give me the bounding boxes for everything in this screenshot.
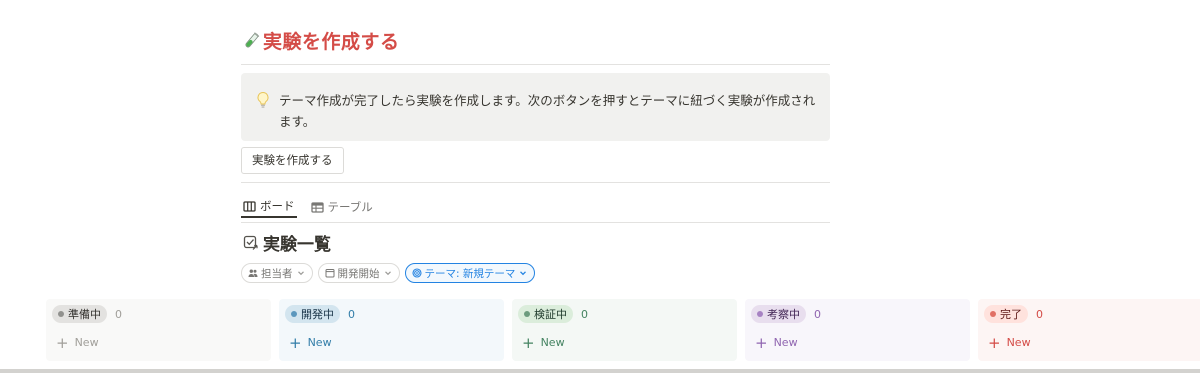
divider: [241, 222, 830, 223]
column-count: 0: [115, 307, 122, 321]
board-column-done: 完了 0 + New: [978, 299, 1200, 361]
status-pill[interactable]: 準備中: [52, 305, 107, 323]
plus-icon: +: [988, 333, 1001, 352]
page-heading: 実験を作成する: [241, 27, 400, 54]
status-pill[interactable]: 考察中: [751, 305, 806, 323]
filter-dev-start[interactable]: 開発開始: [317, 263, 400, 283]
status-dot: [291, 311, 297, 317]
column-header: 準備中 0: [52, 305, 122, 323]
column-header: 完了 0: [984, 305, 1043, 323]
database-title: 実験一覧: [243, 230, 331, 255]
filter-assignee[interactable]: 担当者: [241, 263, 313, 283]
new-label: New: [74, 336, 99, 349]
new-card-button[interactable]: + New: [56, 333, 99, 352]
callout-text: テーマ作成が完了したら実験を作成します。次のボタンを押すとテーマに紐づく実験が作…: [279, 93, 816, 129]
divider: [241, 64, 830, 65]
create-experiment-button[interactable]: 実験を作成する: [241, 147, 344, 174]
column-header: 検証中 0: [518, 305, 588, 323]
plus-icon: +: [522, 333, 535, 352]
filter-assignee-label: 担当者: [261, 267, 293, 280]
plus-icon: +: [56, 333, 69, 352]
target-icon: [411, 268, 422, 278]
callout: テーマ作成が完了したら実験を作成します。次のボタンを押すとテーマに紐づく実験が作…: [241, 73, 830, 141]
status-name: 考察中: [767, 308, 800, 321]
plus-icon: +: [289, 333, 302, 352]
status-dot: [58, 311, 64, 317]
divider: [241, 182, 830, 183]
board-column-verifying: 検証中 0 + New: [512, 299, 737, 361]
new-card-button[interactable]: + New: [522, 333, 565, 352]
tab-board[interactable]: ボード: [241, 196, 297, 218]
filter-theme-label: テーマ: 新規テーマ: [424, 267, 516, 280]
people-icon: [248, 269, 258, 277]
status-dot: [757, 311, 763, 317]
column-header: 開発中 0: [285, 305, 355, 323]
new-card-button[interactable]: + New: [289, 333, 332, 352]
column-count: 0: [581, 307, 588, 321]
tab-table[interactable]: テーブル: [309, 196, 375, 218]
calendar-icon: [325, 269, 334, 278]
kanban-board: 準備中 0 + New 開発中 0 + New 検証中 0 + New 考察中 0 +…: [46, 299, 1200, 361]
plus-icon: +: [755, 333, 768, 352]
checkbox-arrow-icon: [243, 235, 258, 250]
new-label: New: [773, 336, 798, 349]
new-card-button[interactable]: + New: [755, 333, 798, 352]
horizontal-scrollbar[interactable]: [0, 369, 1200, 373]
tab-table-label: テーブル: [327, 200, 373, 214]
board-icon: [243, 200, 256, 212]
column-count: 0: [814, 307, 821, 321]
page-title: 実験を作成する: [263, 31, 400, 53]
status-pill[interactable]: 完了: [984, 305, 1028, 323]
new-label: New: [307, 336, 332, 349]
table-icon: [310, 201, 324, 213]
filter-bar: 担当者 開発開始 テーマ: 新規テーマ: [241, 263, 536, 283]
tab-board-label: ボード: [260, 199, 295, 213]
status-name: 準備中: [68, 308, 101, 321]
board-column-developing: 開発中 0 + New: [279, 299, 504, 361]
lightbulb-icon: [257, 91, 269, 108]
chevron-down-icon: [520, 271, 527, 276]
chevron-down-icon: [297, 271, 304, 276]
board-column-preparing: 準備中 0 + New: [46, 299, 271, 361]
column-count: 0: [348, 307, 355, 321]
board-column-analyzing: 考察中 0 + New: [745, 299, 970, 361]
status-name: 検証中: [534, 308, 567, 321]
status-pill[interactable]: 開発中: [285, 305, 340, 323]
chevron-down-icon: [384, 271, 391, 276]
filter-theme[interactable]: テーマ: 新規テーマ: [404, 263, 536, 283]
status-dot: [524, 311, 530, 317]
column-count: 0: [1036, 307, 1043, 321]
new-card-button[interactable]: + New: [988, 333, 1031, 352]
new-label: New: [540, 336, 565, 349]
status-name: 完了: [1000, 308, 1022, 321]
view-tabs: ボード テーブル: [241, 196, 375, 218]
new-label: New: [1006, 336, 1031, 349]
test-tube-emoji: [245, 31, 260, 47]
status-dot: [990, 311, 996, 317]
database-title-text[interactable]: 実験一覧: [263, 230, 331, 255]
column-header: 考察中 0: [751, 305, 821, 323]
filter-dev-start-label: 開発開始: [337, 267, 380, 280]
status-pill[interactable]: 検証中: [518, 305, 573, 323]
status-name: 開発中: [301, 308, 334, 321]
